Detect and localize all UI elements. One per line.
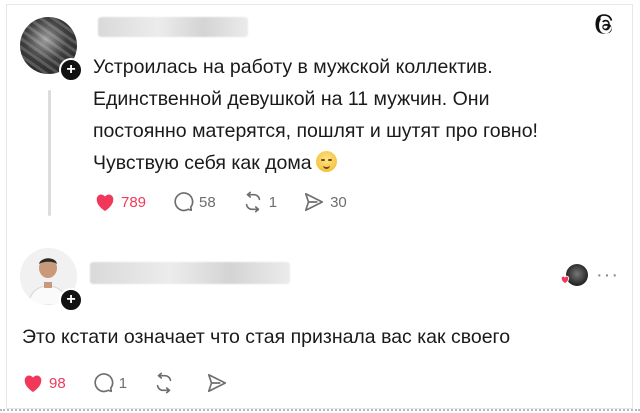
comment-button[interactable]: 1 [92, 372, 127, 394]
comment-count: 58 [199, 193, 216, 211]
like-button[interactable]: 98 [22, 373, 66, 393]
threads-logo-icon [595, 14, 613, 34]
send-paper-plane-icon [207, 373, 227, 393]
reply-actions: 98 1 [22, 372, 259, 394]
post-body: Устроилась на работу в мужской коллектив… [93, 51, 633, 179]
comment-bubble-icon [174, 192, 194, 212]
share-button[interactable]: 30 [303, 191, 347, 213]
reply-body: Это кстати означает что стая признала ва… [22, 326, 511, 348]
like-count: 789 [121, 193, 147, 211]
post-actions: 789 58 1 30 [94, 191, 373, 213]
follow-plus-icon[interactable]: + [59, 288, 83, 312]
liked-by-author-avatar [560, 264, 588, 286]
thread-connector-line [48, 90, 51, 216]
share-button[interactable] [206, 372, 233, 394]
heart-filled-icon [24, 375, 42, 393]
post-line: постоянно матерятся, пошлят и шутят про … [93, 120, 538, 142]
share-count: 30 [330, 193, 347, 211]
blurred-username [90, 262, 290, 284]
heart-filled-icon [96, 194, 114, 212]
dotted-divider [0, 409, 640, 411]
smiling-face-with-tear-icon [315, 151, 337, 172]
follow-plus-icon[interactable]: + [59, 58, 83, 82]
post-line: Единственной девушкой на 11 мужчин. Они [93, 88, 490, 110]
repost-button[interactable] [153, 372, 180, 394]
heart-filled-icon [560, 275, 570, 284]
repost-button[interactable]: 1 [242, 191, 277, 213]
repost-icon [245, 191, 260, 213]
like-count: 98 [49, 374, 66, 392]
comment-count: 1 [118, 374, 128, 392]
send-paper-plane-icon [304, 192, 324, 212]
post-line: Устроилась на работу в мужской коллектив… [93, 56, 493, 78]
post-line: Чувствую себя как дома [93, 147, 633, 179]
comment-bubble-icon [94, 373, 114, 393]
repost-icon [156, 372, 172, 394]
repost-count: 1 [268, 193, 278, 211]
comment-button[interactable]: 58 [172, 191, 216, 213]
reply-meta: ··· [560, 264, 619, 286]
blurred-username [98, 17, 248, 37]
like-button[interactable]: 789 [94, 192, 146, 212]
more-options-icon[interactable]: ··· [596, 265, 619, 285]
